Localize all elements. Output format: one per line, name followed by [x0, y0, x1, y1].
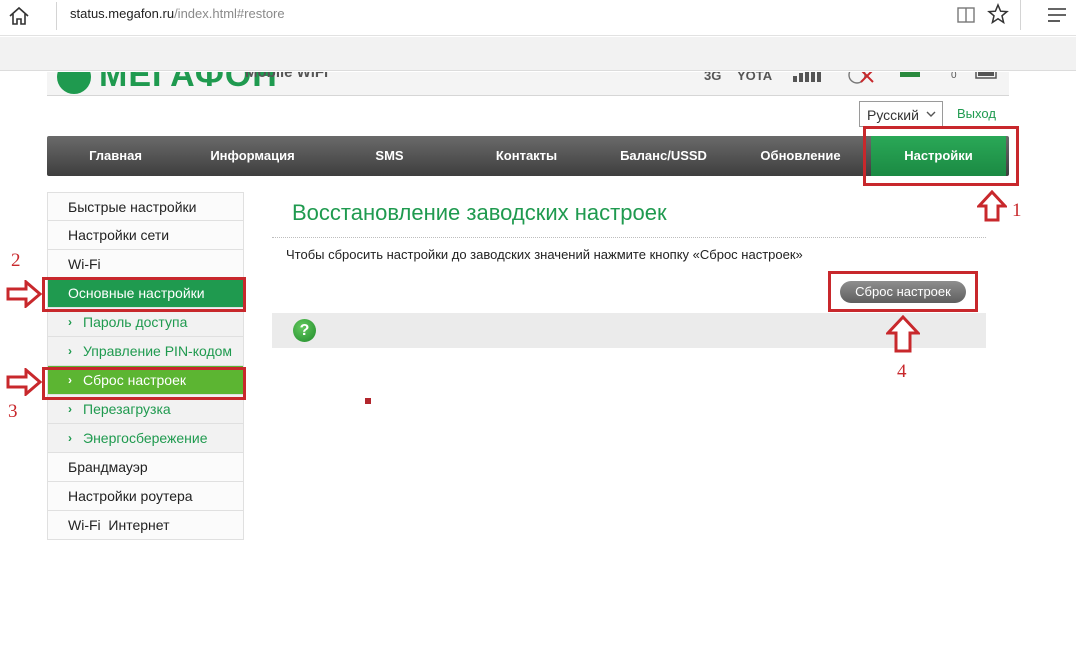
- page-title: Восстановление заводских настроек: [292, 200, 667, 225]
- nav-balance-ussd[interactable]: Баланс/USSD: [595, 136, 732, 176]
- sidebar-item-label: Перезагрузка: [83, 401, 171, 417]
- divider: [56, 2, 57, 30]
- internet-disconnected-icon: [847, 72, 877, 89]
- sidebar-item-label: Настройки роутера: [68, 488, 193, 504]
- favorite-star-icon[interactable]: [986, 2, 1010, 26]
- browser-toolbar: status.megafon.ru/index.html#restore: [0, 0, 1076, 36]
- step-number-2: 2: [11, 250, 21, 271]
- nav-contacts[interactable]: Контакты: [458, 136, 595, 176]
- page-top-strip: [0, 37, 1076, 71]
- sms-icon: [900, 72, 922, 86]
- reset-description: Чтобы сбросить настройки до заводских зн…: [286, 247, 803, 262]
- arrow-right-icon: [6, 368, 42, 396]
- language-select[interactable]: Русский: [859, 101, 943, 127]
- title-divider: [272, 237, 986, 238]
- divider: [1020, 0, 1021, 30]
- sidebar-item-power-saving[interactable]: › Энергосбережение: [47, 424, 244, 453]
- sidebar-item-label: Брандмауэр: [68, 459, 148, 475]
- sidebar-item-label: Wi-Fi: [68, 256, 101, 272]
- sidebar-item-wifi[interactable]: Wi-Fi: [47, 250, 244, 279]
- nav-home[interactable]: Главная: [47, 136, 184, 176]
- logout-link[interactable]: Выход: [957, 106, 996, 121]
- nav-info[interactable]: Информация: [184, 136, 321, 176]
- highlight-frame-reset-button: [828, 271, 978, 312]
- step-number-1: 1: [1012, 200, 1022, 221]
- step-number-3: 3: [8, 401, 18, 422]
- reading-view-icon[interactable]: [955, 4, 977, 26]
- logo-icon: [57, 72, 91, 94]
- sidebar-item-network-settings[interactable]: Настройки сети: [47, 221, 244, 250]
- address-bar[interactable]: status.megafon.ru/index.html#restore: [70, 6, 285, 21]
- nav-sms[interactable]: SMS: [321, 136, 458, 176]
- help-icon[interactable]: ?: [293, 319, 316, 342]
- stray-mark: [365, 398, 371, 404]
- battery-icon: [975, 72, 999, 85]
- sidebar-item-label: Управление PIN-кодом: [83, 343, 233, 359]
- sidebar-item-quick-settings[interactable]: Быстрые настройки: [47, 192, 244, 221]
- highlight-frame-settings: [863, 126, 1019, 186]
- sidebar-item-label: Энергосбережение: [83, 430, 208, 446]
- arrow-up-icon: [886, 315, 920, 353]
- step-number-4: 4: [897, 361, 907, 382]
- nav-update[interactable]: Обновление: [732, 136, 869, 176]
- sidebar-item-label: Настройки сети: [68, 227, 170, 243]
- sidebar-item-label: Пароль доступа: [83, 314, 188, 330]
- chevron-right-icon: ›: [68, 431, 72, 445]
- sidebar-item-pin-management[interactable]: › Управление PIN-кодом: [47, 337, 244, 366]
- help-bar: ?: [272, 313, 986, 348]
- highlight-frame-basic-settings: [42, 277, 246, 312]
- sidebar-item-router-settings[interactable]: Настройки роутера: [47, 482, 244, 511]
- sidebar-item-firewall[interactable]: Брандмауэр: [47, 453, 244, 482]
- language-value: Русский: [867, 107, 919, 123]
- home-icon[interactable]: [6, 4, 32, 28]
- arrow-up-icon: [977, 190, 1007, 222]
- arrow-right-icon: [6, 280, 42, 308]
- chevron-right-icon: ›: [68, 344, 72, 358]
- sidebar-item-label: Быстрые настройки: [68, 199, 197, 215]
- sidebar-item-label: Wi-Fi Интернет: [68, 517, 170, 533]
- highlight-frame-factory-reset: [42, 367, 246, 400]
- url-host: status.megafon.ru: [70, 6, 175, 21]
- url-path: /index.html#restore: [174, 6, 285, 21]
- operator-name: YOTA: [737, 72, 773, 83]
- chevron-down-icon: [926, 111, 936, 117]
- hub-menu-icon[interactable]: [1046, 6, 1068, 24]
- chevron-right-icon: ›: [68, 315, 72, 329]
- settings-sidebar: Быстрые настройки Настройки сети Wi-Fi О…: [47, 192, 244, 540]
- sidebar-item-access-password[interactable]: › Пароль доступа: [47, 308, 244, 337]
- logo-subtitle: Mobile WiFi: [245, 72, 329, 81]
- signal-strength-icon: [793, 72, 827, 87]
- sidebar-item-wifi-internet[interactable]: Wi-Fi Интернет: [47, 511, 244, 540]
- sms-count: 0: [951, 72, 957, 81]
- router-header: МЕГАФОН Mobile WiFi 3G YOTA 0: [47, 72, 1009, 96]
- network-type: 3G: [704, 72, 722, 83]
